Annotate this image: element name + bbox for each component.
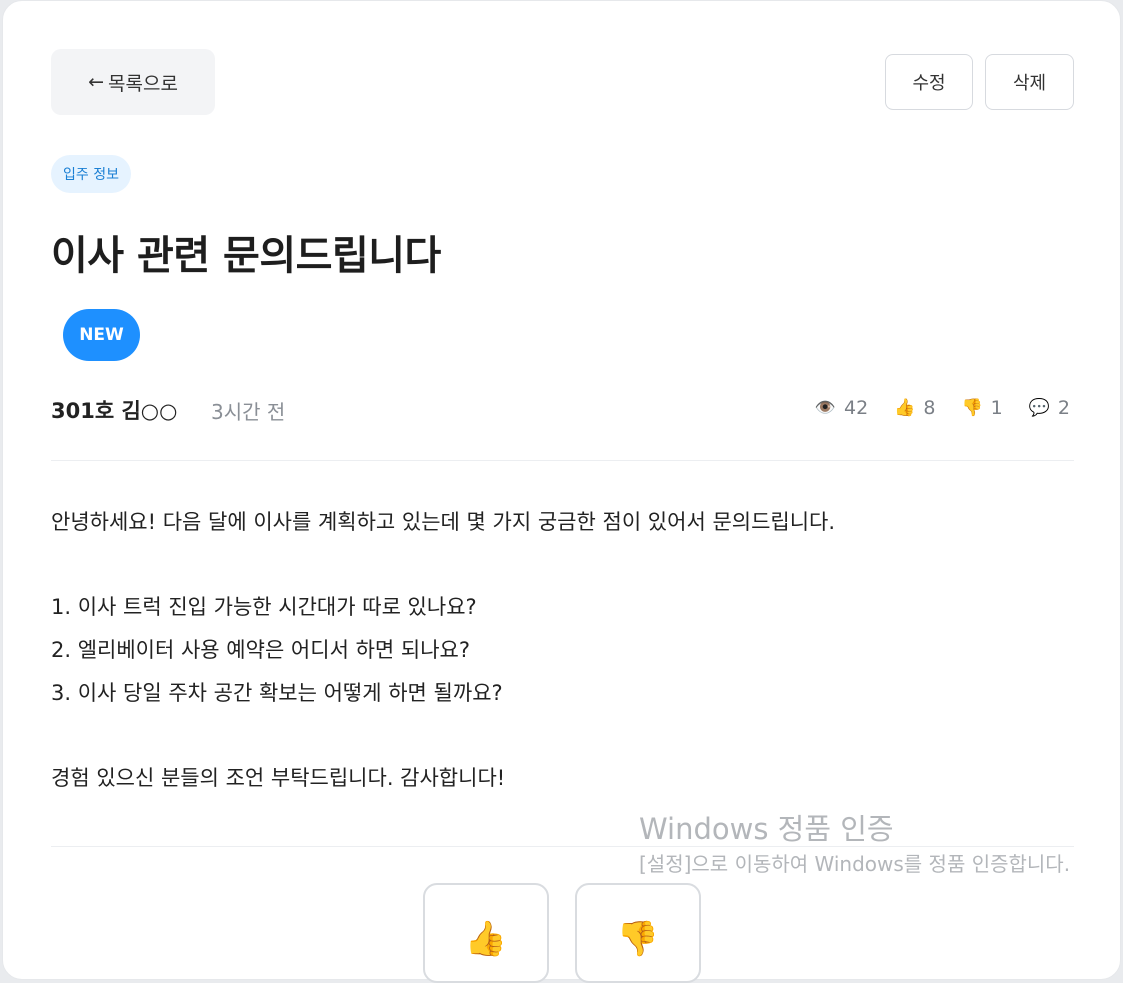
views-stat: 👁️ 42: [815, 397, 868, 419]
thumbs-up-icon: 👍: [464, 919, 508, 959]
body-divider: [51, 846, 1074, 847]
body-question-2: 2. 엘리베이터 사용 예약은 어디서 하면 되나요?: [51, 638, 470, 662]
back-to-list-button[interactable]: ← 목록으로: [51, 49, 215, 115]
dislikes-count: 1: [990, 397, 1003, 419]
body-question-1: 1. 이사 트럭 진입 가능한 시간대가 따로 있나요?: [51, 595, 477, 619]
post-time: 3시간 전: [211, 400, 286, 424]
body-intro: 안녕하세요! 다음 달에 이사를 계획하고 있는데 몇 가지 궁금한 점이 있어…: [51, 510, 836, 534]
body-question-3: 3. 이사 당일 주차 공간 확보는 어떻게 하면 될까요?: [51, 681, 503, 705]
post-stats: 👁️ 42 👍 8 👎 1 💬 2: [815, 397, 1070, 419]
delete-button[interactable]: 삭제: [985, 54, 1074, 110]
likes-stat: 👍 8: [894, 397, 935, 419]
windows-activation-title: Windows 정품 인증: [639, 812, 894, 846]
eye-icon: 👁️: [814, 398, 837, 418]
thumbs-down-icon: 👎: [961, 398, 983, 418]
comments-count: 2: [1057, 397, 1070, 419]
likes-count: 8: [923, 397, 936, 419]
like-button[interactable]: 👍: [423, 883, 549, 983]
meta-divider: [51, 460, 1074, 461]
category-tag: 입주 정보: [51, 155, 131, 193]
dislike-button[interactable]: 👎: [575, 883, 701, 983]
body-closing: 경험 있으신 분들의 조언 부탁드립니다. 감사합니다!: [51, 766, 506, 790]
new-badge: NEW: [63, 309, 140, 361]
post-title: 이사 관련 문의드립니다: [51, 233, 441, 279]
thumbs-down-icon: 👎: [616, 919, 660, 959]
post-body: 안녕하세요! 다음 달에 이사를 계획하고 있는데 몇 가지 궁금한 점이 있어…: [51, 501, 1051, 800]
post-card: ← 목록으로 수정 삭제 입주 정보 이사 관련 문의드립니다 NEW 301호…: [2, 0, 1121, 983]
back-arrow-icon: ←: [88, 71, 104, 93]
comments-stat: 💬 2: [1029, 397, 1070, 419]
comment-icon: 💬: [1028, 398, 1050, 418]
edit-button[interactable]: 수정: [885, 54, 973, 110]
views-count: 42: [844, 397, 869, 419]
back-button-label: 목록으로: [108, 72, 178, 95]
dislikes-stat: 👎 1: [961, 397, 1002, 419]
post-author: 301호 김○○: [51, 399, 178, 423]
windows-activation-text: [설정]으로 이동하여 Windows를 정품 인증합니다.: [639, 852, 1071, 876]
thumbs-up-icon: 👍: [894, 398, 916, 418]
